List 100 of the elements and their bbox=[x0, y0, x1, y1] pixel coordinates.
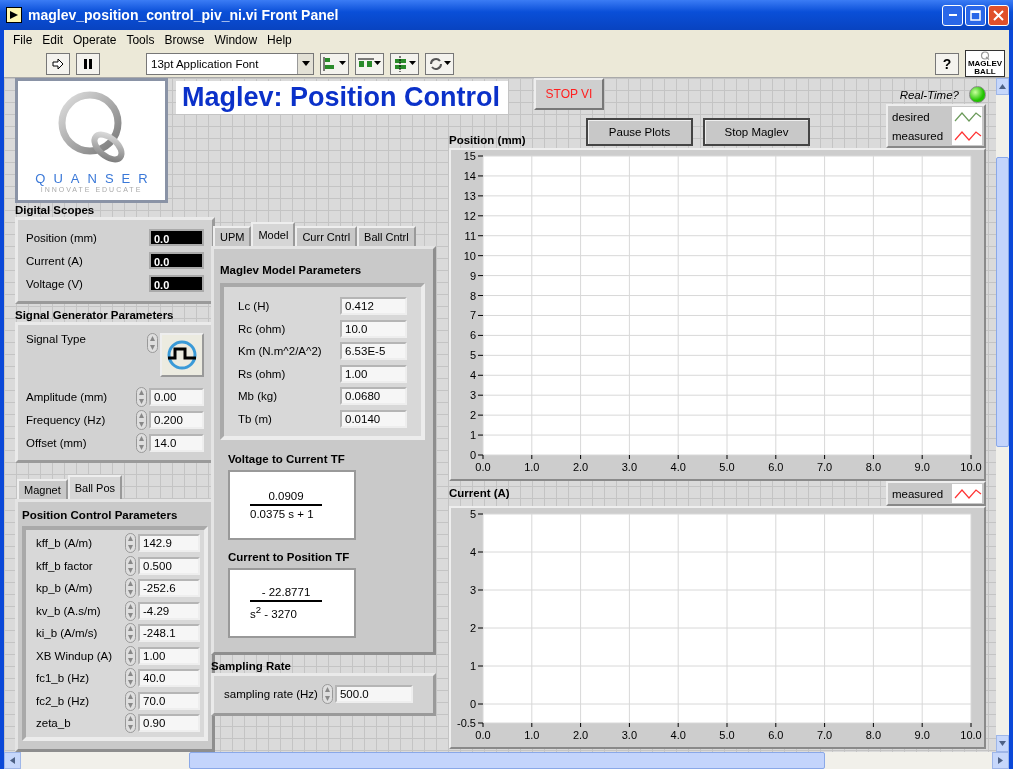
pause-button[interactable] bbox=[76, 52, 100, 75]
indicator-label: Voltage (V) bbox=[26, 277, 84, 290]
numeric-field[interactable]: -248.1 bbox=[138, 624, 200, 643]
tab[interactable]: Model bbox=[251, 222, 296, 246]
font-name: 13pt Application Font bbox=[151, 57, 259, 70]
spin-buttons[interactable] bbox=[125, 645, 136, 666]
plot-button[interactable]: Stop Maglev bbox=[703, 118, 810, 146]
tick-label: 9.0 bbox=[914, 729, 930, 741]
spin-buttons[interactable] bbox=[321, 683, 333, 704]
numeric-field[interactable]: 1.00 bbox=[138, 646, 200, 665]
real-time-label: Real-Time? bbox=[899, 88, 959, 101]
tab[interactable]: UPM bbox=[213, 226, 252, 246]
numeric-field[interactable]: -252.6 bbox=[138, 579, 200, 598]
plot-button[interactable]: Pause Plots bbox=[586, 118, 693, 146]
tick-label: 10.0 bbox=[960, 461, 982, 473]
menu-item[interactable]: Tools bbox=[121, 33, 160, 47]
spin-buttons[interactable] bbox=[125, 690, 136, 711]
tick-label: 1.0 bbox=[524, 461, 540, 473]
caret-icon bbox=[301, 60, 310, 67]
tick-label: 1 bbox=[469, 660, 476, 672]
scroll-right-button[interactable] bbox=[992, 752, 1009, 769]
tab[interactable]: Curr Cntrl bbox=[295, 226, 358, 246]
help-button[interactable]: ? bbox=[935, 52, 959, 75]
arrow-icon bbox=[51, 56, 65, 71]
legend-label: measured bbox=[892, 487, 945, 500]
field-label: fc1_b (Hz) bbox=[36, 672, 91, 685]
run-button[interactable] bbox=[46, 52, 70, 75]
menu-item[interactable]: Operate bbox=[68, 33, 122, 47]
tick-label: 9 bbox=[469, 269, 476, 282]
menu-item[interactable]: Help bbox=[262, 33, 297, 47]
scroll-down-button[interactable] bbox=[996, 735, 1009, 752]
resize-dropdown[interactable] bbox=[390, 52, 419, 75]
spin-buttons[interactable] bbox=[136, 386, 147, 407]
numeric-indicator: 0.0 bbox=[149, 252, 204, 269]
scroll-thumb[interactable] bbox=[189, 752, 825, 769]
numeric-field[interactable]: 0.00 bbox=[149, 387, 204, 406]
tick-label: 2.0 bbox=[572, 461, 589, 473]
reorder-dropdown[interactable] bbox=[425, 52, 454, 75]
close-button[interactable] bbox=[988, 4, 1009, 26]
menu-item[interactable]: Window bbox=[209, 33, 263, 47]
tab[interactable]: Magnet bbox=[17, 479, 68, 499]
numeric-field[interactable]: 500.0 bbox=[334, 684, 413, 703]
font-dropdown[interactable]: 13pt Application Font bbox=[146, 52, 314, 75]
spin-buttons[interactable] bbox=[125, 713, 136, 734]
menu-item[interactable]: File bbox=[8, 33, 38, 47]
caret-icon bbox=[409, 61, 416, 66]
scroll-thumb[interactable] bbox=[996, 157, 1009, 447]
numeric-field[interactable]: 0.90 bbox=[138, 714, 200, 733]
numeric-field[interactable]: 6.53E-5 bbox=[340, 342, 407, 361]
tick-label: 8.0 bbox=[865, 729, 882, 741]
numeric-field[interactable]: 0.0140 bbox=[340, 409, 407, 428]
spin-buttons[interactable] bbox=[125, 578, 136, 599]
numeric-field[interactable]: 14.0 bbox=[149, 433, 204, 452]
scroll-up-button[interactable] bbox=[996, 78, 1009, 95]
minimize-icon bbox=[948, 14, 957, 16]
numeric-field[interactable]: 1.00 bbox=[340, 364, 407, 383]
numeric-field[interactable]: -4.29 bbox=[138, 601, 200, 620]
maximize-button[interactable] bbox=[965, 4, 986, 26]
field-label: Rs (ohm) bbox=[238, 367, 287, 380]
numeric-field[interactable]: 10.0 bbox=[340, 319, 407, 338]
menu-item[interactable]: Edit bbox=[37, 33, 69, 47]
field-label: Lc (H) bbox=[238, 300, 271, 313]
tick-label: 1.0 bbox=[524, 729, 540, 741]
menu-item[interactable]: Browse bbox=[159, 33, 210, 47]
tick-label: 7.0 bbox=[816, 461, 833, 473]
spin-buttons[interactable] bbox=[125, 600, 136, 621]
numeric-field[interactable]: 0.200 bbox=[149, 410, 204, 429]
tick-label: 6.0 bbox=[768, 461, 784, 473]
numeric-field[interactable]: 142.9 bbox=[138, 534, 200, 553]
spin-buttons[interactable] bbox=[125, 668, 136, 689]
tab[interactable]: Ball Cntrl bbox=[357, 226, 416, 246]
tick-label: 3.0 bbox=[621, 461, 638, 473]
spin-buttons[interactable] bbox=[125, 555, 136, 576]
numeric-field[interactable]: 0.412 bbox=[340, 297, 407, 316]
spin-buttons[interactable] bbox=[136, 409, 147, 430]
circular-arrows-icon bbox=[428, 55, 444, 72]
scroll-left-button[interactable] bbox=[4, 752, 21, 769]
field-label: sampling rate (Hz) bbox=[224, 687, 318, 700]
spin-buttons[interactable] bbox=[125, 623, 136, 644]
tick-label: 0.0 bbox=[475, 461, 491, 473]
tick-label: 3.0 bbox=[621, 729, 638, 741]
numeric-field[interactable]: 0.0680 bbox=[340, 387, 407, 406]
tick-label: 11 bbox=[464, 229, 476, 242]
align-dropdown[interactable] bbox=[320, 52, 349, 75]
numeric-field[interactable]: 0.500 bbox=[138, 556, 200, 575]
tick-label: 1 bbox=[469, 429, 476, 442]
window-title: maglev_position_control_piv_ni.vi Front Panel bbox=[28, 7, 340, 23]
tab[interactable]: Ball Pos bbox=[67, 475, 123, 499]
spin-buttons[interactable] bbox=[147, 333, 158, 353]
numeric-field[interactable]: 70.0 bbox=[138, 691, 200, 710]
section-title: Current to Position TF bbox=[228, 550, 351, 564]
spin-buttons[interactable] bbox=[125, 533, 136, 554]
tick-label: 8.0 bbox=[865, 461, 882, 473]
spin-buttons[interactable] bbox=[136, 432, 147, 453]
distribute-dropdown[interactable] bbox=[355, 52, 384, 75]
tick-label: 8 bbox=[469, 289, 476, 302]
signal-type-selector[interactable] bbox=[160, 333, 204, 377]
numeric-field[interactable]: 40.0 bbox=[138, 669, 200, 688]
field-label: kff_b (A/m) bbox=[36, 537, 94, 550]
minimize-button[interactable] bbox=[942, 4, 963, 26]
